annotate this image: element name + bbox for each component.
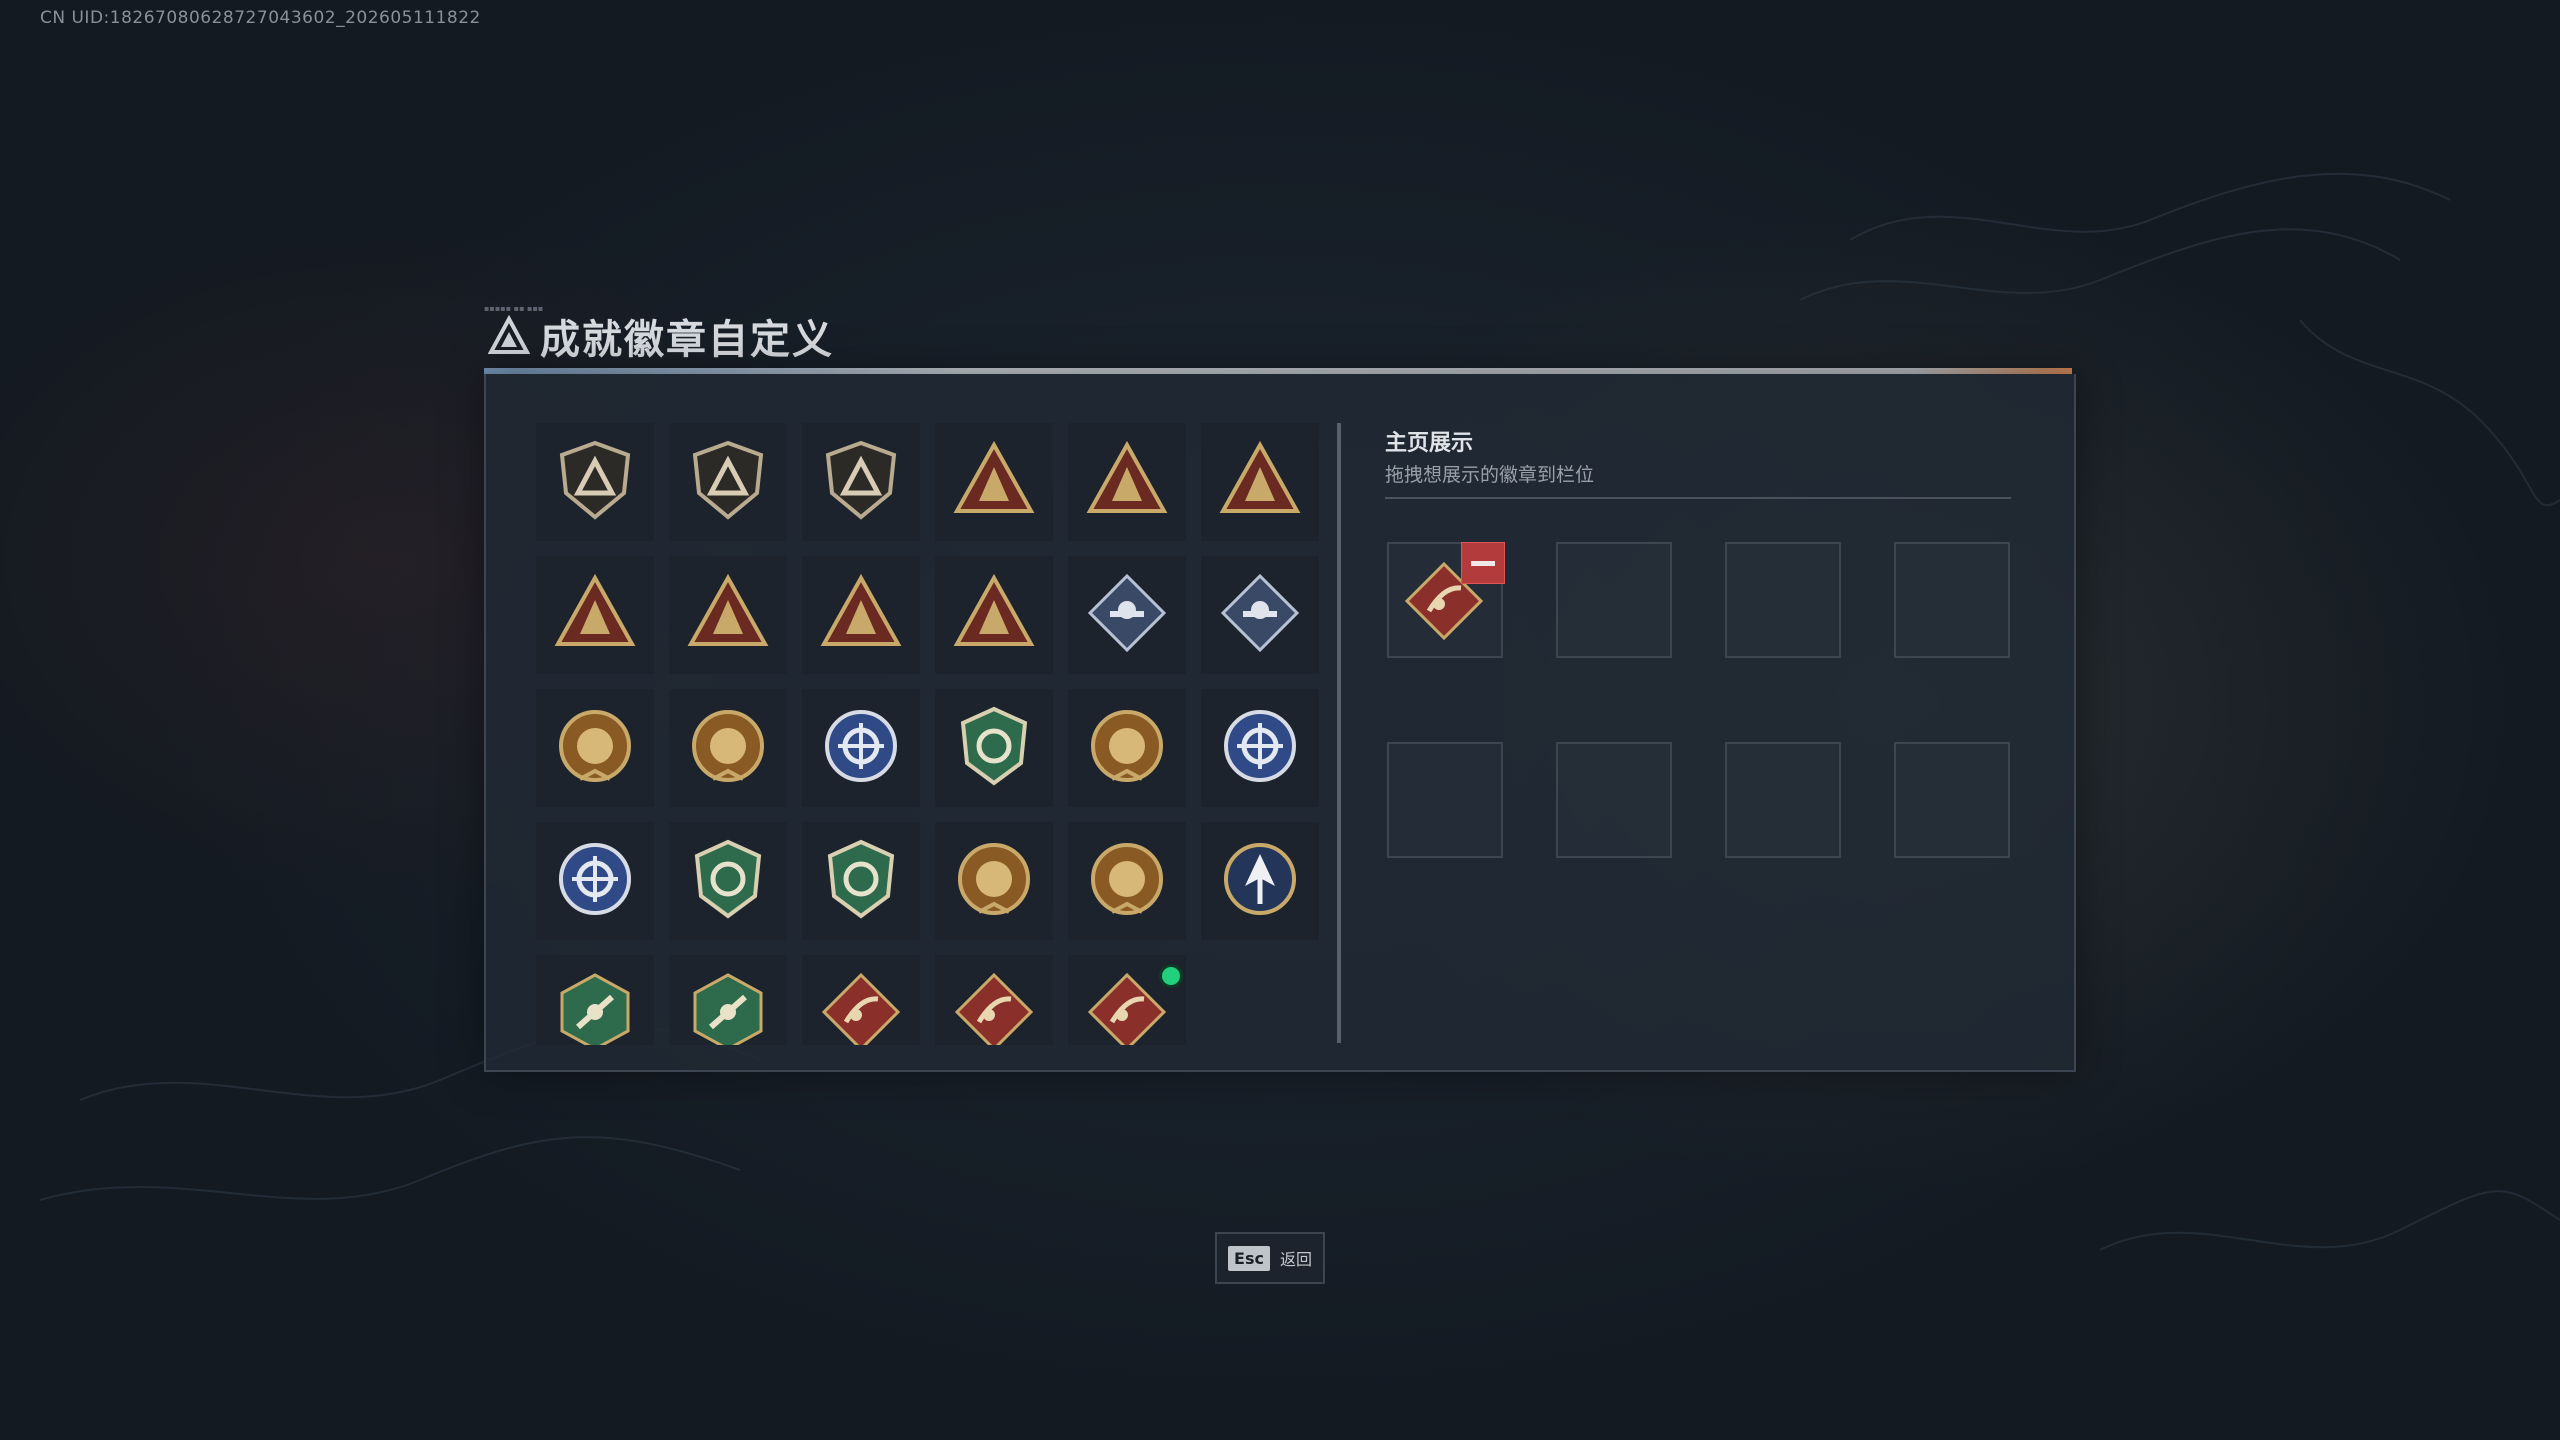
badge-cell[interactable]	[536, 423, 654, 541]
gold-scope-medal-icon	[949, 834, 1039, 928]
badge-cell[interactable]	[802, 689, 920, 807]
blue-crosshair-medal-icon	[550, 834, 640, 928]
gold-crosshair-medal-icon	[1082, 834, 1172, 928]
blue-star-burst-medal-icon	[1215, 701, 1305, 795]
green-crosshair-medal-icon	[683, 834, 773, 928]
showcase-slot[interactable]	[1894, 742, 2010, 858]
minus-icon	[1471, 560, 1495, 566]
green-gun-hex-badge-icon	[683, 955, 773, 1045]
flexing-soldier-badge-icon	[949, 568, 1039, 662]
badge-cell[interactable]	[1068, 689, 1186, 807]
feather-wing-badge-icon	[1215, 435, 1305, 529]
badge-cell[interactable]	[935, 955, 1053, 1045]
winged-skull-badge-icon	[949, 435, 1039, 529]
back-button[interactable]: Esc 返回	[1215, 1232, 1325, 1284]
red-scythe-diamond-badge-icon	[1082, 955, 1172, 1045]
badge-cell[interactable]	[802, 423, 920, 541]
badge-cell[interactable]	[536, 689, 654, 807]
showcase-subtitle: 拖拽想展示的徽章到栏位	[1385, 464, 1595, 486]
new-badge-indicator	[1159, 964, 1183, 988]
rose-diamond-badge-icon	[1082, 568, 1172, 662]
hornet-hex-badge-icon	[550, 955, 640, 1045]
back-label: 返回	[1279, 1250, 1312, 1269]
tiger-medal-icon	[1082, 701, 1172, 795]
badge-cell[interactable]	[536, 955, 654, 1045]
blue-round-medal-icon	[816, 701, 906, 795]
badge-cell[interactable]	[1201, 822, 1319, 940]
badge-cell[interactable]	[536, 822, 654, 940]
badge-cell[interactable]	[1201, 423, 1319, 541]
arrow-circle-medal-icon	[1215, 834, 1305, 928]
badge-cell[interactable]	[935, 556, 1053, 674]
delta-shield-badge-icon	[550, 435, 640, 529]
badge-cell[interactable]	[802, 955, 920, 1045]
badge-cell[interactable]	[669, 955, 787, 1045]
sun-star-medal-icon	[550, 701, 640, 795]
rock-hand-badge-icon	[1082, 435, 1172, 529]
badge-cell[interactable]	[802, 556, 920, 674]
badge-cell[interactable]	[1068, 955, 1186, 1045]
showcase-slot[interactable]	[1387, 542, 1505, 658]
red-crossbow-diamond-badge-icon	[949, 955, 1039, 1045]
badge-grid-scrollbar[interactable]	[1337, 423, 1341, 1043]
badge-cell[interactable]	[935, 423, 1053, 541]
window-header: 成就徽章自定义	[484, 308, 834, 364]
showcase-title: 主页展示	[1385, 431, 1474, 456]
green-wreath-crosshair-medal-icon	[816, 834, 906, 928]
badge-cell[interactable]	[802, 822, 920, 940]
showcase-slot[interactable]	[1556, 542, 1672, 658]
badge-cell[interactable]	[669, 556, 787, 674]
showcase-slot[interactable]	[1894, 542, 2010, 658]
helicopter-badge-icon	[683, 435, 773, 529]
window-title: 成就徽章自定义	[540, 317, 834, 363]
showcase-slot[interactable]	[1725, 542, 1841, 658]
badge-cell[interactable]	[1068, 556, 1186, 674]
dagger-shield-badge-icon	[816, 435, 906, 529]
backpack-badge-icon	[683, 568, 773, 662]
showcase-slot[interactable]	[1556, 742, 1672, 858]
badge-cell[interactable]	[1068, 822, 1186, 940]
badge-cell[interactable]	[669, 822, 787, 940]
delta-logo-icon	[488, 315, 530, 354]
badge-cell[interactable]	[669, 423, 787, 541]
showcase-slot[interactable]	[1387, 742, 1503, 858]
badge-cell[interactable]	[935, 689, 1053, 807]
green-emerald-medal-icon	[949, 701, 1039, 795]
badge-cell[interactable]	[669, 689, 787, 807]
uid-watermark: CN UID:18267080628727043602_202605111822	[40, 8, 481, 28]
gold-shield-medal-icon	[683, 701, 773, 795]
showcase-slot[interactable]	[1725, 742, 1841, 858]
badge-cell[interactable]	[1201, 556, 1319, 674]
esc-key-hint: Esc	[1228, 1245, 1270, 1271]
rifle-diamond-badge-icon	[1215, 568, 1305, 662]
remove-badge-button[interactable]	[1461, 542, 1505, 584]
number-one-badge-icon	[550, 568, 640, 662]
badge-cell[interactable]	[536, 556, 654, 674]
badge-cell[interactable]	[935, 822, 1053, 940]
badge-cell[interactable]	[1068, 423, 1186, 541]
showcase-divider	[1385, 497, 2011, 499]
red-runner-diamond-badge-icon	[816, 955, 906, 1045]
kneeling-soldier-badge-icon	[816, 568, 906, 662]
badge-cell[interactable]	[1201, 689, 1319, 807]
